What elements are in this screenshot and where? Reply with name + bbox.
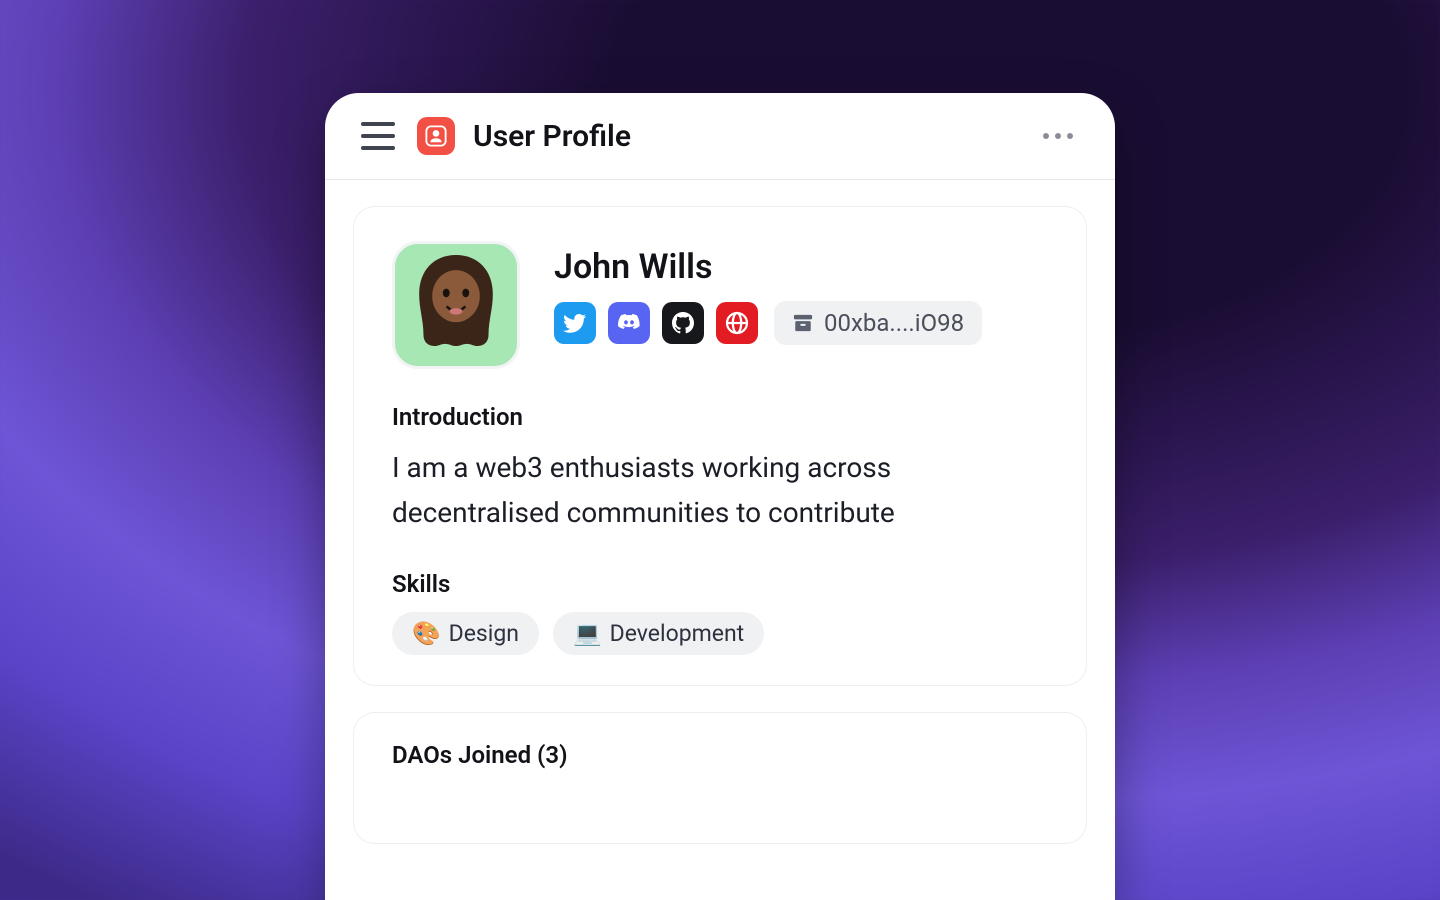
discord-icon[interactable] — [608, 302, 650, 344]
skill-emoji: 🎨 — [412, 620, 441, 647]
daos-heading: DAOs Joined (3) — [392, 741, 1048, 769]
skill-row: 🎨 Design 💻 Development — [392, 612, 1048, 655]
profile-panel: John Wills — [353, 206, 1087, 686]
header: User Profile — [325, 93, 1115, 180]
profile-name: John Wills — [554, 247, 1048, 287]
wallet-address: 00xba....iO98 — [824, 309, 964, 337]
skill-chip[interactable]: 🎨 Design — [392, 612, 539, 655]
skill-label: Design — [449, 620, 519, 647]
daos-panel: DAOs Joined (3) — [353, 712, 1087, 844]
skill-label: Development — [610, 620, 745, 647]
github-icon[interactable] — [662, 302, 704, 344]
globe-icon[interactable] — [716, 302, 758, 344]
social-row: 00xba....iO98 — [554, 301, 1048, 345]
skill-chip[interactable]: 💻 Development — [553, 612, 764, 655]
app-icon — [417, 117, 455, 155]
profile-card: User Profile — [325, 93, 1115, 900]
skill-emoji: 💻 — [573, 620, 602, 647]
avatar — [392, 241, 520, 369]
introduction-body: I am a web3 enthusiasts working across d… — [392, 445, 1048, 536]
archive-icon — [792, 313, 814, 333]
profile-row: John Wills — [392, 241, 1048, 369]
wallet-chip[interactable]: 00xba....iO98 — [774, 301, 982, 345]
content: John Wills — [325, 180, 1115, 870]
introduction-heading: Introduction — [392, 403, 1048, 431]
page-title: User Profile — [473, 119, 631, 154]
menu-icon[interactable] — [361, 122, 395, 150]
skills-heading: Skills — [392, 570, 1048, 598]
more-icon[interactable] — [1037, 127, 1079, 145]
twitter-icon[interactable] — [554, 302, 596, 344]
